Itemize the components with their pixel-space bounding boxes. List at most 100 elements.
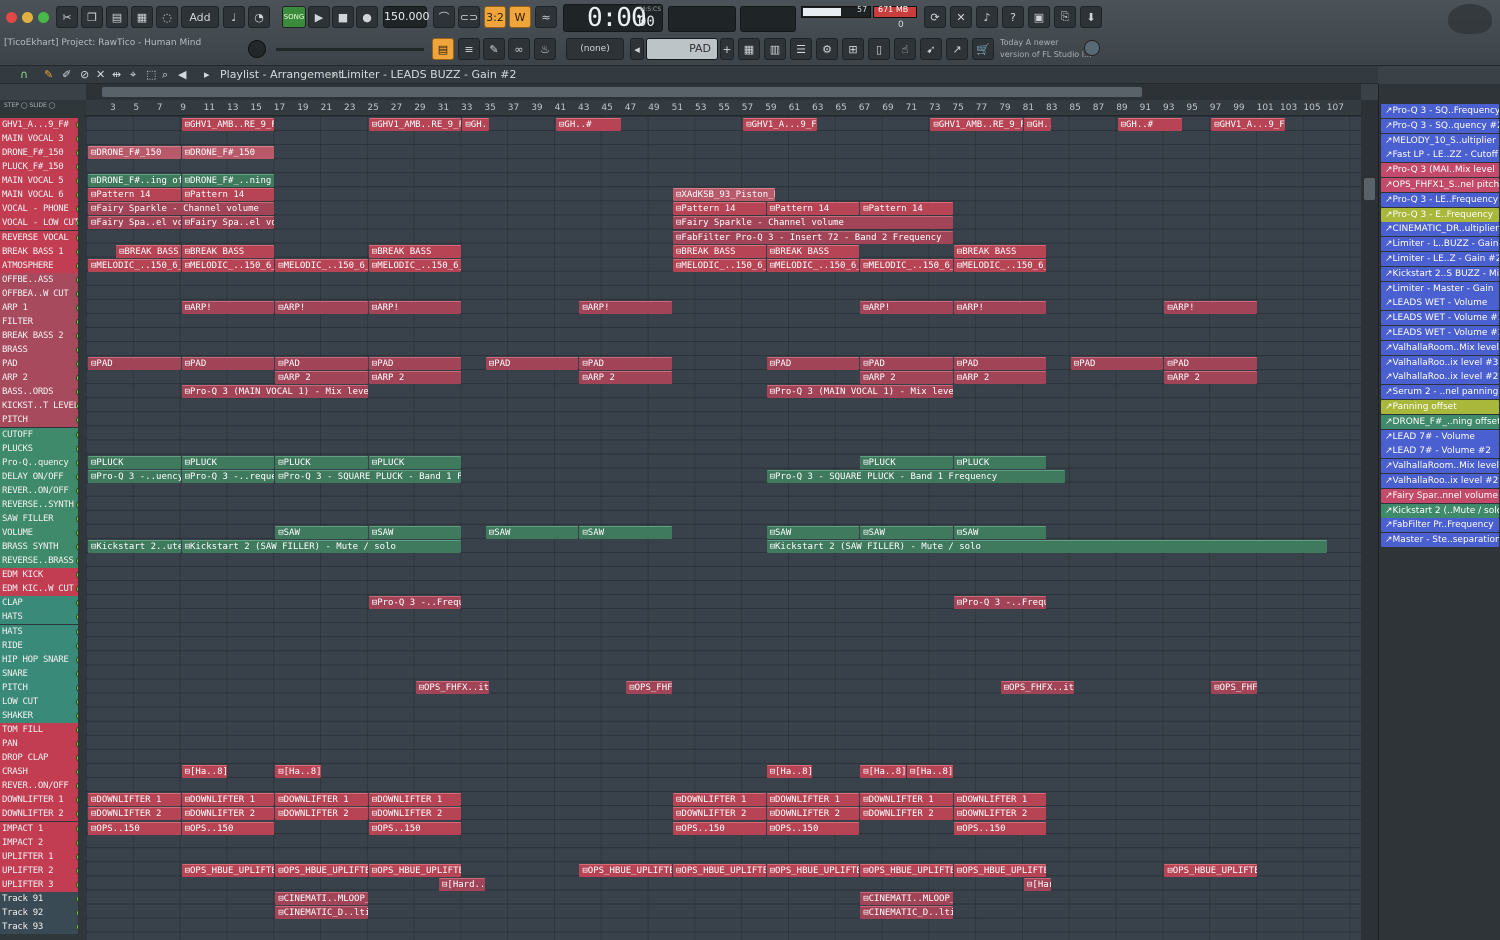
track-header[interactable]: PAD bbox=[0, 357, 78, 372]
pattern-clip[interactable]: ⊟MELODIC_..150_6_F bbox=[368, 258, 462, 272]
track-header[interactable]: BREAK BASS 2 bbox=[0, 329, 78, 344]
magnet-icon[interactable]: ∩ bbox=[20, 68, 28, 81]
cut-icon[interactable]: ✂ bbox=[56, 6, 78, 28]
main-pitch-slider[interactable] bbox=[276, 48, 424, 51]
track-enable-led-icon[interactable] bbox=[76, 317, 78, 326]
pattern-clip[interactable]: ⊟Kickstart 2 (SAW FILLER) - Mute / solo bbox=[766, 540, 1328, 554]
pattern-clip[interactable]: ⊟Kickstart 2..ute / solo bbox=[88, 540, 181, 554]
track-enable-led-icon[interactable] bbox=[76, 683, 78, 692]
playlist-grid[interactable]: ⊟GHV1_AMB..RE_9_F# ⊟GHV1_AMB..RE_9_F# ⊟GH.… bbox=[86, 116, 1361, 940]
track-enable-led-icon[interactable] bbox=[76, 205, 78, 214]
pattern-clip[interactable]: ⊟[Ha..8] bbox=[766, 765, 813, 779]
pattern-clip[interactable]: ⊟DOWNLIFTER 1 bbox=[766, 793, 860, 807]
comment-icon[interactable]: ◌ bbox=[156, 6, 178, 28]
track-header[interactable]: REVERSE..SYNTH bbox=[0, 497, 78, 512]
pattern-clip[interactable]: ⊟SAW bbox=[953, 526, 1047, 540]
pattern-clip[interactable]: ⊟DRONE_F#..ing offset bbox=[88, 174, 181, 188]
pattern-clip[interactable]: ⊟ARP! bbox=[860, 300, 953, 314]
track-header[interactable]: VOCAL - PHONE bbox=[0, 202, 78, 217]
track-header[interactable]: GHV1_A...9_F# bbox=[0, 118, 78, 132]
pattern-clip[interactable]: ⊟CINEMATI..MLOOP_10 bbox=[860, 891, 953, 905]
pattern-clip[interactable]: ⊟XAdKSB_93_Piston_Fm bbox=[673, 188, 775, 202]
track-enable-led-icon[interactable] bbox=[76, 486, 78, 495]
pattern-clip[interactable]: ⊟GHV1_AMB..RE_9_F# bbox=[181, 118, 275, 131]
track-header[interactable]: EDM KICK bbox=[0, 568, 78, 583]
track-header[interactable]: SAW FILLER bbox=[0, 511, 78, 526]
automation-clip-item[interactable]: ↗Pro-Q 3 - E..Frequency bbox=[1381, 207, 1499, 222]
pattern-clip[interactable]: ⊟Pattern 14 bbox=[860, 202, 953, 216]
track-header[interactable]: REVERSE..BRASS bbox=[0, 554, 78, 569]
track-enable-led-icon[interactable] bbox=[76, 768, 78, 777]
pattern-clip[interactable]: ⊟[Ha..8] bbox=[907, 765, 953, 779]
automation-clip-item[interactable]: ↗CINEMATIC_DR..ultiplier bbox=[1381, 222, 1499, 237]
pattern-clip[interactable]: ⊟Pattern 14 bbox=[766, 202, 860, 216]
track-enable-led-icon[interactable] bbox=[76, 922, 78, 931]
pattern-clip[interactable]: ⊟Pro-Q 3 -..requency bbox=[181, 469, 275, 483]
track-enable-led-icon[interactable] bbox=[76, 557, 78, 566]
news-line-2[interactable]: version of FL Studio i... bbox=[1000, 50, 1092, 59]
pattern-clip[interactable]: ⊟OPS_HBUE_UPLIFTER bbox=[860, 863, 953, 877]
pattern-clip[interactable]: ⊟DOWNLIFTER 2 bbox=[953, 807, 1047, 821]
pattern-clip[interactable]: ⊟ARP! bbox=[275, 300, 368, 314]
export-icon[interactable]: ⬇ bbox=[1080, 6, 1102, 28]
track-header[interactable]: UPLIFTER 3 bbox=[0, 877, 78, 892]
track-header[interactable]: BRASS bbox=[0, 343, 78, 358]
track-header[interactable]: ATMOSPHERE bbox=[0, 258, 78, 273]
pattern-clip[interactable]: ⊟ARP! bbox=[953, 300, 1047, 314]
pattern-clip[interactable]: ⊟SAW bbox=[368, 526, 462, 540]
vertical-scrollbar[interactable] bbox=[1361, 100, 1378, 940]
pattern-clip[interactable]: ⊟PLUCK bbox=[88, 455, 181, 469]
pattern-clip[interactable]: ⊟OPS..150 bbox=[88, 821, 181, 835]
select-tool-icon[interactable]: ⬚ bbox=[146, 68, 156, 81]
track-header[interactable]: OFFBE..ASS bbox=[0, 272, 78, 287]
automation-clip-item[interactable]: ↗LEADS WET - Volume #3 bbox=[1381, 311, 1499, 326]
pattern-clip[interactable]: ⊟PLUCK bbox=[275, 455, 368, 469]
track-header[interactable]: REVER..ON/OFF bbox=[0, 483, 78, 498]
track-enable-led-icon[interactable] bbox=[76, 669, 78, 678]
pattern-clip[interactable]: ⊟OPS_HBUE_UPLIFTER bbox=[1164, 863, 1257, 877]
pattern-clip[interactable]: ⊟[Ha..8] bbox=[275, 765, 321, 779]
automation-clip-item[interactable]: ↗LEADS WET - Volume #2 bbox=[1381, 326, 1499, 340]
save-icon[interactable]: ▣ bbox=[1028, 6, 1050, 28]
track-header[interactable]: ARP 2 bbox=[0, 371, 78, 386]
plugin-icon[interactable]: ⚙ bbox=[816, 38, 838, 60]
horizontal-scroll-thumb[interactable] bbox=[102, 87, 1142, 97]
pattern-icon[interactable]: ▦ bbox=[131, 6, 153, 28]
track-header[interactable]: MAIN VOCAL 3 bbox=[0, 132, 78, 147]
track-enable-led-icon[interactable] bbox=[76, 571, 78, 580]
pattern-clip[interactable]: ⊟PAD bbox=[1070, 357, 1164, 371]
pattern-clip[interactable]: ⊟ARP! bbox=[368, 300, 462, 314]
pattern-clip[interactable]: ⊟CINEMATIC_D..ltiplier bbox=[275, 905, 368, 919]
draw-tool-icon[interactable]: ✎ bbox=[44, 68, 53, 81]
pattern-clip[interactable]: ⊟SAW bbox=[275, 526, 368, 540]
track-enable-led-icon[interactable] bbox=[76, 289, 78, 298]
automation-clip-item[interactable]: ↗Limiter - LE..Z - Gain #2 bbox=[1381, 252, 1499, 266]
track-enable-led-icon[interactable] bbox=[76, 135, 78, 144]
track-header[interactable]: PITCH bbox=[0, 413, 78, 428]
pattern-clip[interactable]: ⊟Pattern 14 bbox=[673, 202, 766, 216]
track-enable-led-icon[interactable] bbox=[76, 444, 78, 453]
pattern-clip[interactable]: ⊟SAW bbox=[485, 526, 579, 540]
pointer-icon[interactable]: ➹ bbox=[920, 38, 942, 60]
track-enable-led-icon[interactable] bbox=[76, 866, 78, 875]
track-enable-led-icon[interactable] bbox=[76, 796, 78, 805]
pattern-clip[interactable]: ⊟PAD bbox=[953, 357, 1047, 371]
slice-tool-icon[interactable]: ⌖ bbox=[130, 68, 136, 82]
pattern-clip[interactable]: ⊟Fairy Sparkle - Channel volume bbox=[673, 216, 953, 230]
pattern-clip[interactable]: ⊟[Hard..69] bbox=[439, 877, 485, 891]
track-enable-led-icon[interactable] bbox=[76, 894, 78, 903]
track-header[interactable]: BREAK BASS 1 bbox=[0, 244, 78, 259]
automation-clip-item[interactable]: ↗LEAD 7# - Volume bbox=[1381, 429, 1499, 444]
pattern-clip[interactable]: ⊟MELODIC_..150_6_F bbox=[766, 258, 860, 272]
pattern-clip[interactable]: ⊟Pro-Q 3 -..Frequency bbox=[368, 596, 462, 610]
track-enable-led-icon[interactable] bbox=[76, 275, 78, 284]
automation-clip-item[interactable]: ↗ValhallaRoom..Mix level bbox=[1381, 459, 1499, 474]
playlist-icon[interactable]: ▤ bbox=[432, 38, 454, 60]
pattern-clip[interactable]: ⊟[Ha..8] bbox=[181, 765, 228, 779]
pattern-clip[interactable]: ⊟ARP! bbox=[579, 300, 672, 314]
track-header[interactable]: LOW CUT bbox=[0, 694, 78, 709]
automation-clip-item[interactable]: ↗Limiter - L..BUZZ - Gain bbox=[1381, 237, 1499, 252]
pattern-clip[interactable]: ⊟DOWNLIFTER 1 bbox=[181, 793, 275, 807]
pattern-clip[interactable]: ⊟OPS_HBUE_UPLIFTER bbox=[579, 863, 672, 877]
track-enable-led-icon[interactable] bbox=[76, 529, 78, 538]
